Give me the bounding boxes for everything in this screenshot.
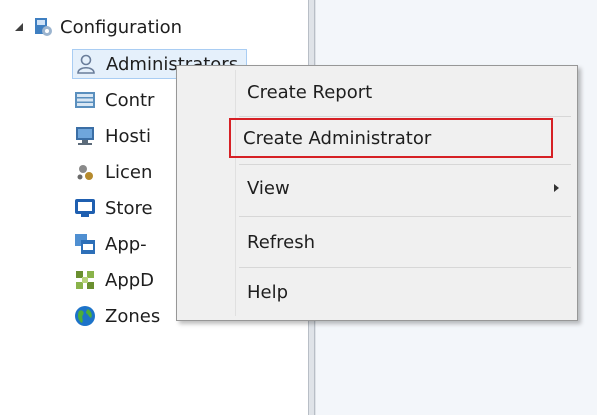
menu-item-label: Create Administrator xyxy=(243,127,432,149)
menu-item-label: Create Report xyxy=(247,81,373,103)
tree-node-label: Configuration xyxy=(60,16,183,38)
menu-separator xyxy=(239,216,571,217)
licensing-icon xyxy=(74,161,96,183)
menu-item-help[interactable]: Help xyxy=(181,272,573,312)
tree-item-label: Hosti xyxy=(105,125,151,147)
context-menu: Create Report Create Administrator View … xyxy=(176,65,578,321)
menu-item-view[interactable]: View xyxy=(181,168,573,208)
menu-item-label: Help xyxy=(247,281,289,303)
submenu-arrow-icon xyxy=(554,184,559,192)
menu-item-label: Refresh xyxy=(247,231,315,253)
tree-item-label: App- xyxy=(105,233,147,255)
menu-item-create-administrator[interactable]: Create Administrator xyxy=(229,118,553,158)
tree-item-label: Licen xyxy=(105,161,153,183)
tree-item-label: Store xyxy=(105,197,153,219)
tree-item-label: Zones xyxy=(105,305,161,327)
tree-item-storefront[interactable]: Store xyxy=(74,194,153,222)
app-v-icon xyxy=(74,233,96,255)
administrator-user-icon xyxy=(75,53,97,75)
tree-item-appdna[interactable]: AppD xyxy=(74,266,154,294)
hosting-monitor-icon xyxy=(74,125,96,147)
zones-globe-icon xyxy=(74,305,96,327)
configuration-icon xyxy=(32,16,54,38)
tree-item-zones[interactable]: Zones xyxy=(74,302,160,330)
menu-separator xyxy=(239,267,571,268)
tree-item-hosting[interactable]: Hosti xyxy=(74,122,151,150)
appdna-icon xyxy=(74,269,96,291)
tree-item-app-v-publishing[interactable]: App- xyxy=(74,230,147,258)
menu-separator xyxy=(239,116,571,117)
tree-item-controllers[interactable]: Contr xyxy=(74,86,154,114)
menu-separator xyxy=(239,164,571,165)
tree-item-licensing[interactable]: Licen xyxy=(74,158,152,186)
menu-item-create-report[interactable]: Create Report xyxy=(181,72,573,112)
menu-item-label: View xyxy=(247,177,290,199)
tree-item-label: Contr xyxy=(105,89,155,111)
tree-expander-icon[interactable] xyxy=(14,22,24,32)
tree-item-label: AppD xyxy=(105,269,155,291)
menu-item-refresh[interactable]: Refresh xyxy=(181,222,573,262)
controller-icon xyxy=(74,89,96,111)
tree-node-configuration[interactable]: Configuration xyxy=(14,14,182,40)
storefront-icon xyxy=(74,197,96,219)
